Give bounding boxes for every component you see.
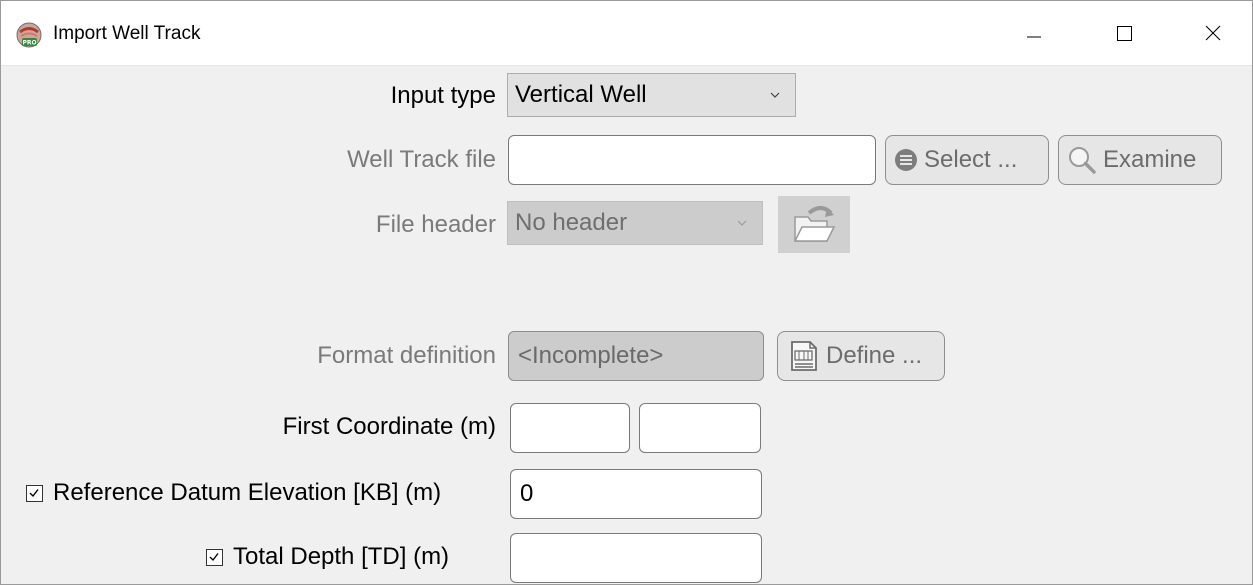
- examine-button-label: Examine: [1103, 146, 1197, 173]
- list-circle-icon: [895, 149, 917, 171]
- reference-datum-row: Reference Datum Elevation [KB] (m): [26, 478, 441, 508]
- define-button-label: Define ...: [826, 342, 923, 369]
- open-header-button[interactable]: [778, 196, 850, 253]
- total-depth-row: Total Depth [TD] (m): [206, 542, 449, 572]
- reference-datum-input[interactable]: 0: [510, 469, 762, 519]
- file-header-value: No header: [515, 209, 628, 236]
- checkmark-icon: [209, 552, 219, 561]
- reference-datum-checkbox[interactable]: [26, 484, 43, 502]
- open-folder-icon: [793, 205, 836, 242]
- select-button[interactable]: Select ...: [885, 135, 1049, 185]
- input-type-value: Vertical Well: [515, 81, 647, 108]
- minimize-icon: [1027, 36, 1041, 38]
- input-type-label: Input type: [390, 82, 496, 109]
- well-track-file-input[interactable]: [508, 135, 876, 185]
- magnifier-icon: [1069, 147, 1096, 174]
- format-definition-field: <Incomplete>: [508, 331, 764, 381]
- chevron-down-icon: [769, 74, 781, 132]
- close-icon: [1205, 25, 1221, 41]
- well-track-pro-icon: PRO: [16, 22, 42, 48]
- select-button-label: Select ...: [924, 146, 1018, 173]
- total-depth-label: Total Depth [TD] (m): [233, 543, 450, 570]
- file-header-select[interactable]: No header: [507, 201, 763, 245]
- input-type-select[interactable]: Vertical Well: [507, 73, 796, 117]
- import-well-track-window: PRO Import Well Track Input type Vertica…: [0, 0, 1253, 585]
- reference-datum-label: Reference Datum Elevation [KB] (m): [53, 479, 442, 506]
- well-track-file-label: Well Track file: [347, 146, 496, 173]
- close-button[interactable]: [1190, 15, 1236, 51]
- total-depth-input[interactable]: [510, 533, 762, 583]
- first-coordinate-x-input[interactable]: [510, 403, 630, 453]
- first-coordinate-label: First Coordinate (m): [282, 413, 496, 440]
- title-bar[interactable]: PRO Import Well Track: [1, 1, 1252, 66]
- define-button[interactable]: Define ...: [777, 331, 945, 381]
- chevron-down-icon: [736, 202, 748, 260]
- window-title: Import Well Track: [53, 23, 201, 44]
- document-format-icon: [791, 341, 817, 371]
- checkmark-icon: [29, 488, 39, 497]
- examine-button[interactable]: Examine: [1058, 135, 1222, 185]
- file-header-label: File header: [375, 211, 496, 238]
- pro-badge-text: PRO: [22, 40, 36, 47]
- maximize-icon: [1117, 26, 1132, 41]
- total-depth-checkbox[interactable]: [206, 548, 223, 566]
- minimize-button[interactable]: [1011, 15, 1057, 51]
- first-coordinate-y-input[interactable]: [639, 403, 761, 453]
- maximize-button[interactable]: [1101, 15, 1147, 51]
- format-definition-label: Format definition: [317, 342, 496, 369]
